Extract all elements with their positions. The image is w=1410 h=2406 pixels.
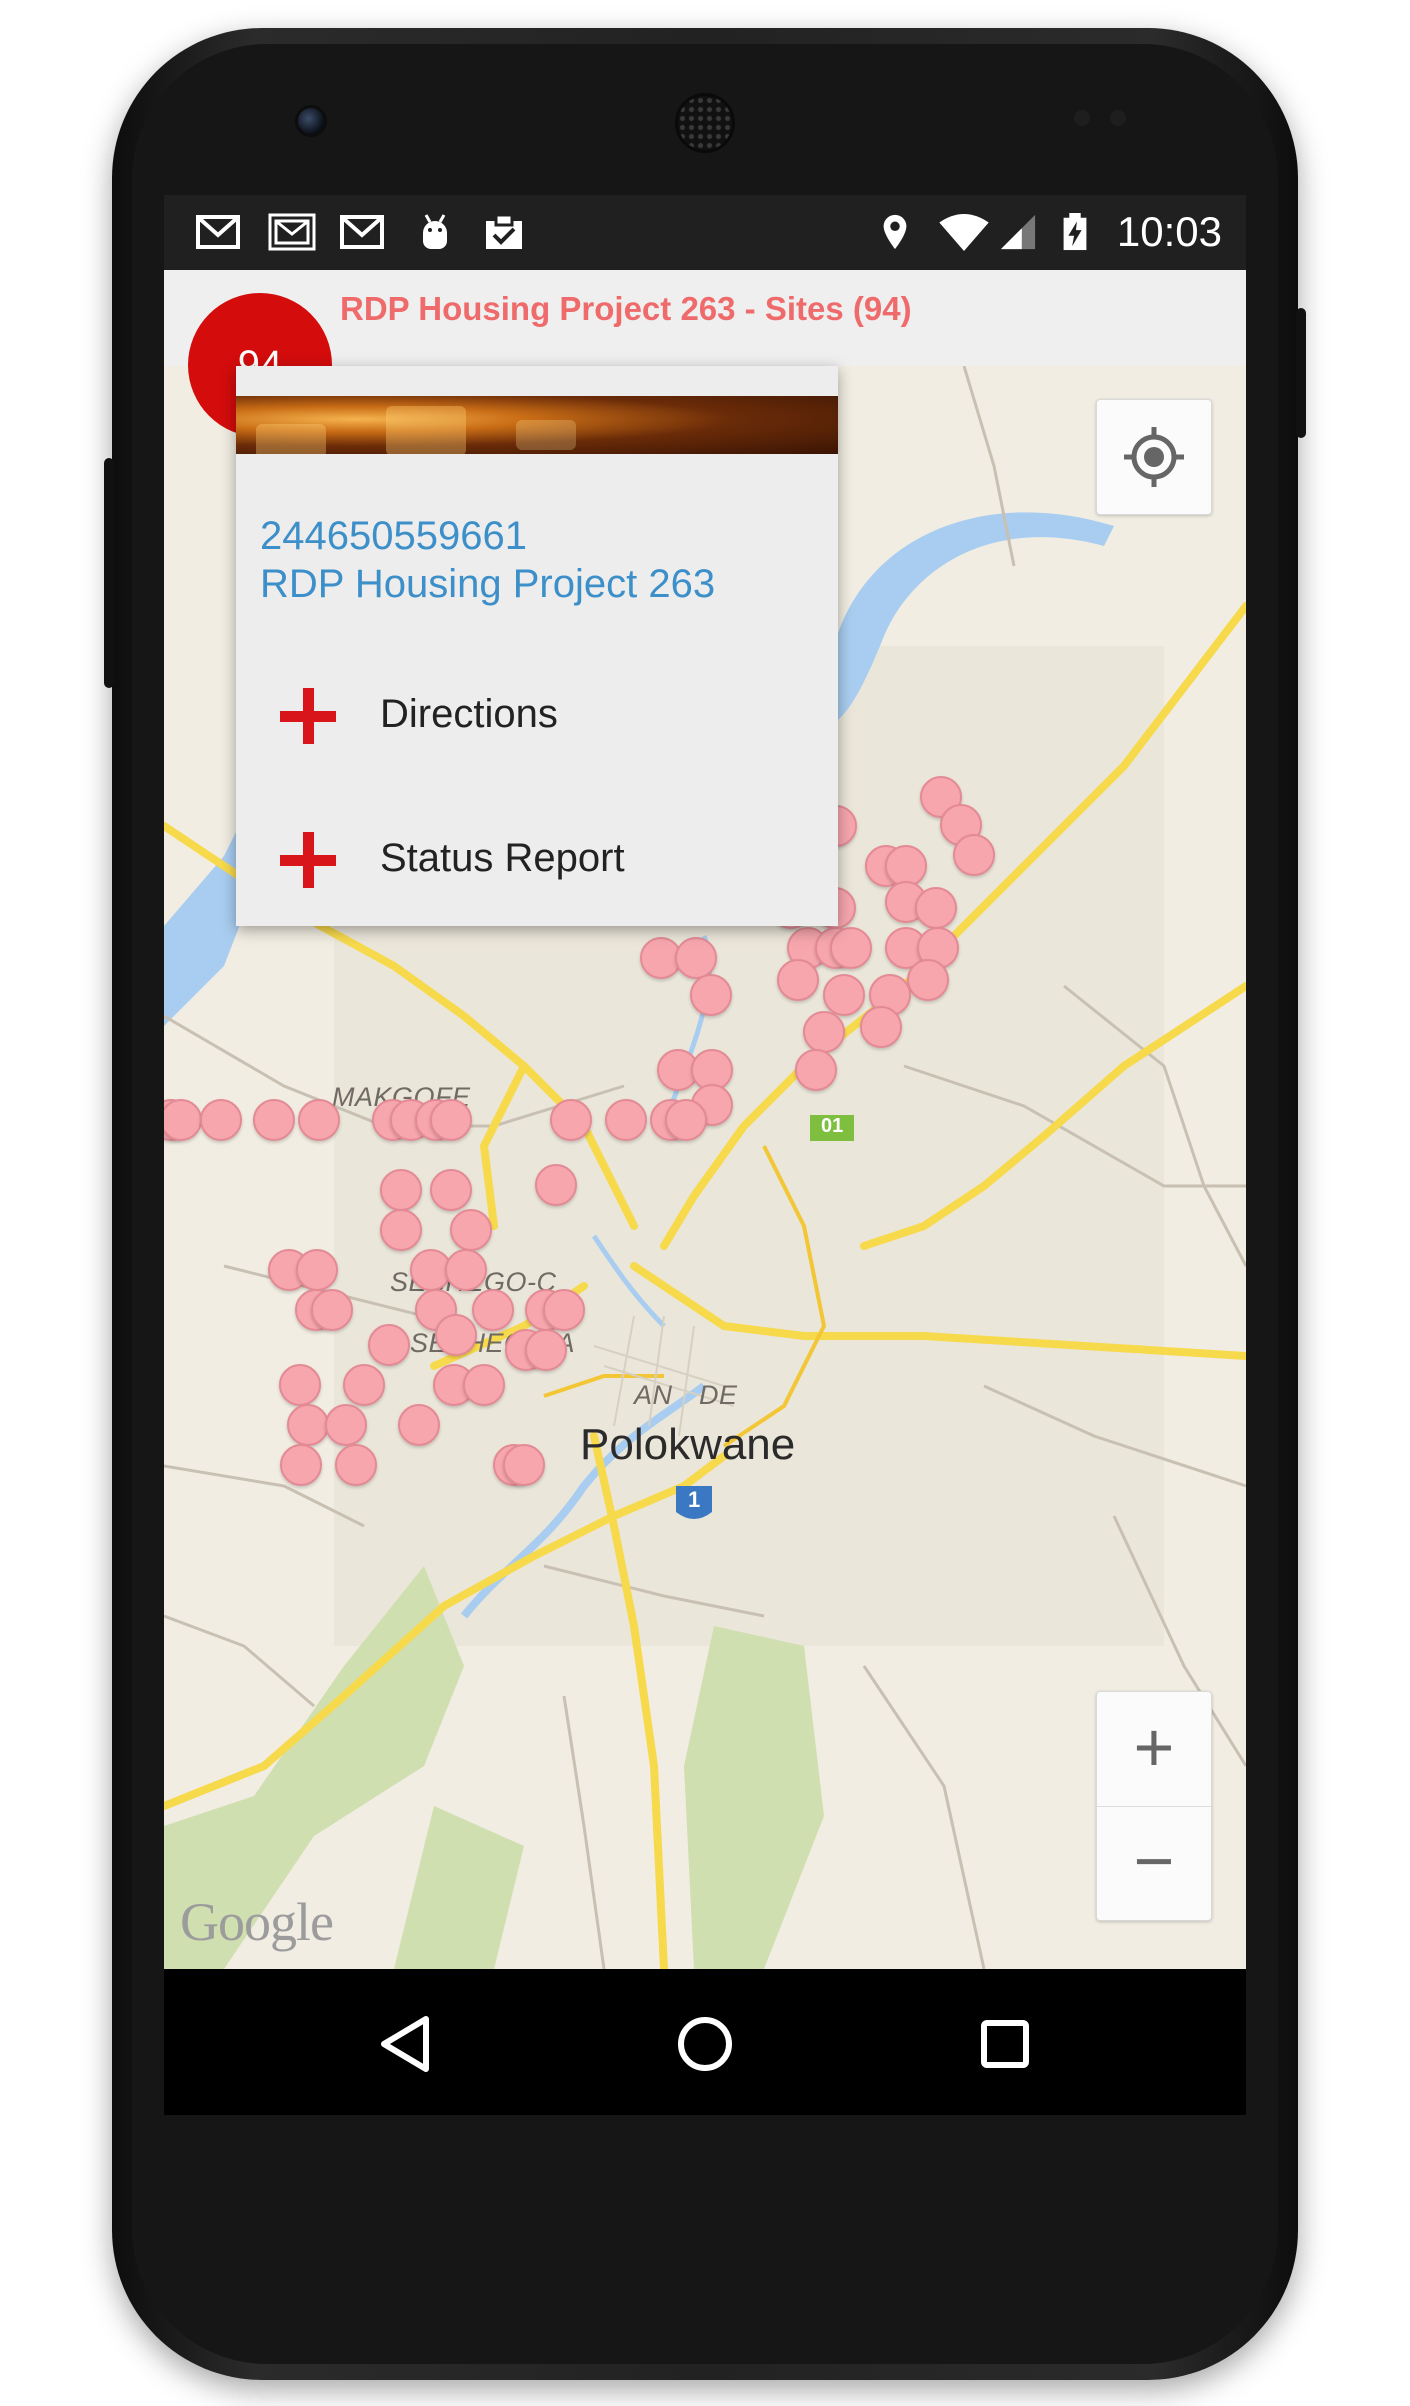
site-marker[interactable] [430,1099,472,1141]
site-marker[interactable] [665,1099,707,1141]
site-marker[interactable] [605,1099,647,1141]
google-attribution: Google [180,1892,334,1952]
battery-charging-icon [1063,213,1087,251]
site-marker[interactable] [777,959,819,1001]
site-marker[interactable] [450,1209,492,1251]
park-area [684,1626,824,1969]
popup-header-image [236,396,838,454]
site-marker[interactable] [795,1049,837,1091]
status-report-menu-item[interactable]: Status Report [236,810,838,910]
clipboard-check-icon [486,213,522,249]
screen: 10:03 RDP Housing Project 263 - Sites (9… [164,195,1246,2115]
zoom-in-button[interactable]: + [1097,1692,1211,1807]
wifi-icon [939,213,989,251]
site-marker[interactable] [675,937,717,979]
my-location-icon [1124,427,1184,487]
site-marker[interactable] [380,1169,422,1211]
volume-button [104,458,114,688]
site-marker[interactable] [803,1011,845,1053]
site-marker[interactable] [915,887,957,929]
front-camera [295,105,327,137]
directions-label: Directions [380,692,558,736]
site-marker[interactable] [830,927,872,969]
light-sensor [1110,110,1126,126]
site-marker[interactable] [823,974,865,1016]
site-marker[interactable] [435,1314,477,1356]
android-debug-icon [423,214,447,249]
site-marker[interactable] [550,1099,592,1141]
site-marker[interactable] [311,1289,353,1331]
site-marker[interactable] [503,1444,545,1486]
site-marker[interactable] [296,1249,338,1291]
site-marker[interactable] [525,1329,567,1371]
my-location-button[interactable] [1096,399,1212,515]
gmail-icon [340,215,384,249]
road-shield-label: 1 [688,1487,701,1512]
power-button [1296,308,1306,438]
navigation-bar [164,1969,1246,2115]
red-plus-icon [280,832,336,888]
city-label: Polokwane [580,1420,796,1469]
site-marker[interactable] [463,1364,505,1406]
zoom-controls: + − [1096,1691,1212,1921]
site-marker[interactable] [690,974,732,1016]
site-marker[interactable] [398,1404,440,1446]
site-marker[interactable] [860,1006,902,1048]
site-id[interactable]: 244650559661 [260,514,527,559]
gmail-icon [268,213,316,251]
status-time: 10:03 [1116,208,1222,255]
home-icon[interactable] [676,2015,734,2073]
place-label: DE [699,1380,738,1410]
proximity-sensor [1074,110,1090,126]
site-marker[interactable] [907,959,949,1001]
earpiece-speaker [675,93,735,153]
road-shield-label: 01 [821,1115,844,1137]
status-report-label: Status Report [380,836,625,880]
site-marker[interactable] [380,1209,422,1251]
zoom-out-button[interactable]: − [1097,1806,1211,1920]
park-area [394,1806,524,1969]
site-marker[interactable] [287,1404,329,1446]
directions-menu-item[interactable]: Directions [236,666,838,766]
recents-icon[interactable] [980,2019,1030,2069]
status-bar: 10:03 [164,195,1246,270]
page-title: RDP Housing Project 263 - Sites (94) [340,290,912,327]
signal-icon [1000,214,1036,250]
gmail-icon [196,215,240,249]
site-marker[interactable] [445,1249,487,1291]
project-name[interactable]: RDP Housing Project 263 [260,562,715,607]
place-label: AN [634,1380,673,1410]
site-marker[interactable] [543,1289,585,1331]
site-marker[interactable] [280,1444,322,1486]
site-marker[interactable] [279,1364,321,1406]
back-icon[interactable] [378,2015,432,2073]
site-marker[interactable] [325,1404,367,1446]
red-plus-icon [280,688,336,744]
site-marker[interactable] [472,1289,514,1331]
site-marker[interactable] [535,1164,577,1206]
site-marker[interactable] [253,1099,295,1141]
site-marker[interactable] [343,1364,385,1406]
site-marker[interactable] [953,834,995,876]
site-marker[interactable] [368,1324,410,1366]
site-info-popup: 244650559661 RDP Housing Project 263 Dir… [236,366,838,926]
site-marker[interactable] [430,1169,472,1211]
site-marker[interactable] [298,1099,340,1141]
site-marker[interactable] [335,1444,377,1486]
site-marker[interactable] [200,1099,242,1141]
location-icon [883,214,907,250]
